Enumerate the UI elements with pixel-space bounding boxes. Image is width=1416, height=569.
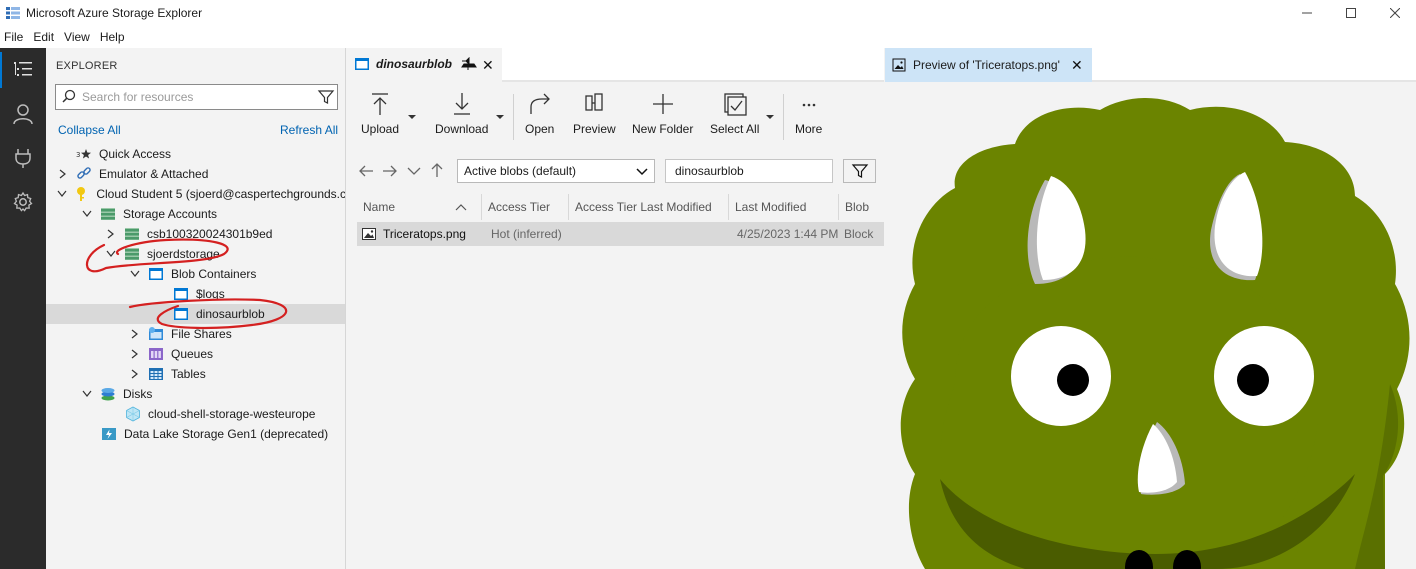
annotation-circles [85, 238, 288, 330]
back-arrow-icon[interactable] [358, 164, 374, 178]
cell-name: Triceratops.png [361, 222, 466, 246]
preview-button[interactable]: Preview [573, 92, 616, 142]
maximize-icon [1346, 8, 1356, 18]
preview-pane: Preview of 'Triceratops.png' ✕ [885, 48, 1416, 569]
forward-arrow-icon[interactable] [382, 164, 398, 178]
activity-bar [0, 48, 46, 569]
preview-tab-label: Preview of 'Triceratops.png' [913, 58, 1060, 72]
container-icon [355, 58, 369, 70]
menu-bar: File Edit View Help [0, 26, 1416, 48]
dropdown-value: Active blobs (default) [464, 164, 577, 178]
app-logo-icon [6, 7, 20, 19]
sort-ascending-icon [455, 204, 467, 211]
blob-list: Name Access Tier Access Tier Last Modifi… [357, 194, 884, 569]
download-icon [453, 93, 470, 115]
column-header-name[interactable]: Name [357, 194, 482, 220]
upload-button[interactable]: Upload [361, 92, 399, 142]
toolbar-separator [783, 94, 784, 140]
cell-last-modified: 4/25/2023 1:44 PM [737, 227, 839, 241]
connect-activity-button[interactable] [0, 136, 46, 180]
filter-button[interactable] [843, 159, 876, 183]
pin-icon[interactable] [460, 57, 478, 71]
close-icon [1390, 8, 1400, 18]
upload-dropdown-icon[interactable] [407, 114, 417, 120]
close-tab-icon[interactable]: ✕ [482, 57, 494, 74]
settings-icon [13, 191, 33, 212]
select-all-icon [724, 93, 747, 116]
column-header-tier-last-modified[interactable]: Access Tier Last Modified [569, 194, 729, 220]
menu-help[interactable]: Help [96, 30, 129, 44]
settings-activity-button[interactable] [0, 180, 46, 224]
download-button[interactable]: Download [435, 92, 488, 142]
select-all-dropdown-icon[interactable] [765, 114, 775, 120]
tab-dinosaurblob[interactable]: dinosaurblob ✕ [347, 48, 502, 82]
up-arrow-icon[interactable] [430, 162, 444, 178]
plug-icon [15, 149, 31, 168]
menu-view[interactable]: View [60, 30, 94, 44]
preview-tab-bar: Preview of 'Triceratops.png' ✕ [885, 48, 1416, 82]
title-bar: Microsoft Azure Storage Explorer [0, 0, 1416, 26]
open-button[interactable]: Open [525, 92, 554, 142]
account-activity-button[interactable] [0, 92, 46, 136]
path-input[interactable]: dinosaurblob [665, 159, 833, 183]
image-file-icon [362, 228, 376, 240]
blob-container-view: dinosaurblob ✕ Upload Download Open Prev… [347, 48, 884, 569]
column-headers: Name Access Tier Access Tier Last Modifi… [357, 194, 884, 220]
chevron-down-icon [636, 168, 648, 176]
cell-blob-type: Block [844, 227, 874, 241]
triceratops-image [900, 98, 1410, 569]
upload-icon [372, 93, 389, 115]
minimize-icon [1302, 12, 1312, 14]
column-header-blob-type[interactable]: Blob [839, 194, 884, 220]
explorer-panel: EXPLORER Collapse All Refresh All 3 Quic… [46, 48, 346, 569]
column-header-access-tier[interactable]: Access Tier [482, 194, 569, 220]
column-header-last-modified[interactable]: Last Modified [729, 194, 839, 220]
image-icon [892, 58, 906, 72]
explorer-icon [14, 62, 32, 76]
account-icon [13, 104, 33, 125]
window-title: Microsoft Azure Storage Explorer [26, 6, 203, 20]
download-dropdown-icon[interactable] [495, 114, 505, 120]
maximize-button[interactable] [1328, 0, 1374, 26]
blob-toolbar: Upload Download Open Preview New Folder … [347, 84, 884, 148]
cell-access-tier: Hot (inferred) [491, 227, 562, 241]
navigation-row: Active blobs (default) dinosaurblob [347, 156, 884, 186]
new-folder-button[interactable]: New Folder [632, 92, 693, 142]
filter-icon [851, 164, 868, 178]
tab-label: dinosaurblob [376, 57, 452, 71]
select-all-button[interactable]: Select All [710, 92, 759, 142]
menu-file[interactable]: File [0, 30, 27, 44]
toolbar-separator [513, 94, 514, 140]
tab-preview-triceratops[interactable]: Preview of 'Triceratops.png' ✕ [885, 48, 1092, 82]
close-preview-tab-icon[interactable]: ✕ [1071, 57, 1083, 74]
close-window-button[interactable] [1372, 0, 1416, 26]
table-row[interactable]: Triceratops.png Hot (inferred) 4/25/2023… [357, 222, 884, 246]
explorer-activity-button[interactable] [0, 48, 46, 92]
blob-view-dropdown[interactable]: Active blobs (default) [457, 159, 655, 183]
preview-icon [585, 93, 603, 111]
plus-icon [652, 94, 673, 114]
editor-tab-bar: dinosaurblob ✕ [347, 48, 884, 82]
more-icon [802, 103, 815, 107]
open-icon [530, 93, 550, 114]
recent-dropdown-icon[interactable] [407, 166, 421, 176]
menu-edit[interactable]: Edit [29, 30, 58, 44]
minimize-button[interactable] [1284, 0, 1330, 26]
more-button[interactable]: More [795, 92, 822, 142]
